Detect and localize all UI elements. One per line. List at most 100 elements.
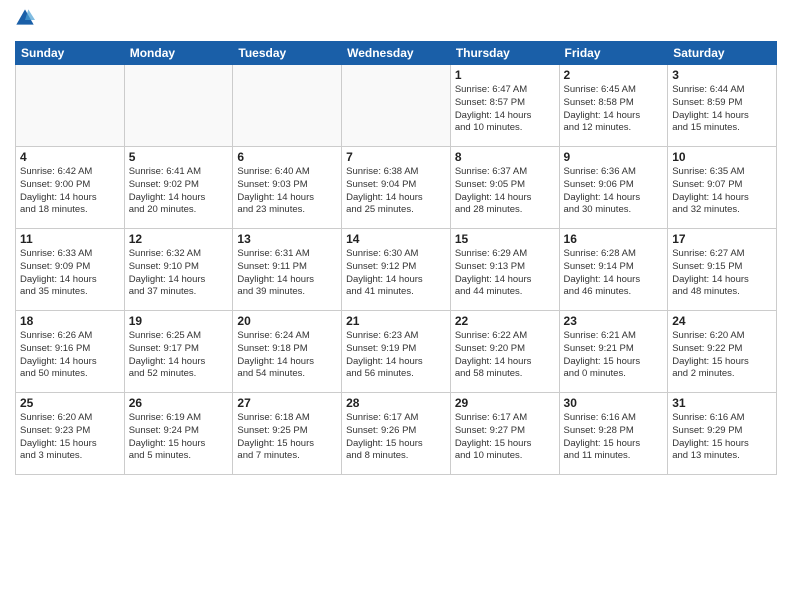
cell-text: Sunrise: 6:24 AM Sunset: 9:18 PM Dayligh… bbox=[237, 330, 337, 381]
week-row-1: 1Sunrise: 6:47 AM Sunset: 8:57 PM Daylig… bbox=[16, 65, 777, 147]
day-number: 7 bbox=[346, 150, 446, 164]
calendar-cell: 7 Sunrise: 6:38 AM Sunset: 9:04 PM Daylig… bbox=[342, 147, 451, 229]
cell-text: Sunrise: 6:44 AM Sunset: 8:59 PM Dayligh… bbox=[672, 84, 772, 135]
day-number: 31 bbox=[672, 396, 772, 410]
calendar-cell bbox=[342, 65, 451, 147]
calendar-cell bbox=[16, 65, 125, 147]
cell-text: Sunrise: 6:35 AM Sunset: 9:07 PM Dayligh… bbox=[672, 166, 772, 217]
calendar-cell: 26Sunrise: 6:19 AM Sunset: 9:24 PM Dayli… bbox=[124, 393, 233, 475]
calendar-cell bbox=[233, 65, 342, 147]
day-number: 19 bbox=[129, 314, 229, 328]
cell-text: Sunrise: 6:17 AM Sunset: 9:27 PM Dayligh… bbox=[455, 412, 555, 463]
calendar-cell: 16 Sunrise: 6:28 AM Sunset: 9:14 PM Dayli… bbox=[559, 229, 668, 311]
cell-text: Sunrise: 6:27 AM Sunset: 9:15 PM Dayligh… bbox=[672, 248, 772, 299]
weekday-header-tuesday: Tuesday bbox=[233, 42, 342, 65]
day-number: 30 bbox=[564, 396, 664, 410]
day-number: 2 bbox=[564, 68, 664, 82]
calendar-cell bbox=[124, 65, 233, 147]
calendar-cell: 29Sunrise: 6:17 AM Sunset: 9:27 PM Dayli… bbox=[450, 393, 559, 475]
day-number: 5 bbox=[129, 150, 229, 164]
calendar-cell: 14 Sunrise: 6:30 AM Sunset: 9:12 PM Dayli… bbox=[342, 229, 451, 311]
calendar-cell: 31 Sunrise: 6:16 AM Sunset: 9:29 PM Dayli… bbox=[668, 393, 777, 475]
day-number: 14 bbox=[346, 232, 446, 246]
calendar-cell: 5 Sunrise: 6:41 AM Sunset: 9:02 PM Daylig… bbox=[124, 147, 233, 229]
calendar-cell: 11 Sunrise: 6:33 AM Sunset: 9:09 PM Dayli… bbox=[16, 229, 125, 311]
calendar-cell: 23 Sunrise: 6:21 AM Sunset: 9:21 PM Dayli… bbox=[559, 311, 668, 393]
calendar-cell: 1Sunrise: 6:47 AM Sunset: 8:57 PM Daylig… bbox=[450, 65, 559, 147]
week-row-3: 11 Sunrise: 6:33 AM Sunset: 9:09 PM Dayli… bbox=[16, 229, 777, 311]
day-number: 9 bbox=[564, 150, 664, 164]
day-number: 3 bbox=[672, 68, 772, 82]
logo-icon bbox=[15, 8, 35, 28]
weekday-header-sunday: Sunday bbox=[16, 42, 125, 65]
day-number: 11 bbox=[20, 232, 120, 246]
cell-text: Sunrise: 6:42 AM Sunset: 9:00 PM Dayligh… bbox=[20, 166, 120, 217]
cell-text: Sunrise: 6:23 AM Sunset: 9:19 PM Dayligh… bbox=[346, 330, 446, 381]
day-number: 6 bbox=[237, 150, 337, 164]
cell-text: Sunrise: 6:25 AM Sunset: 9:17 PM Dayligh… bbox=[129, 330, 229, 381]
day-number: 10 bbox=[672, 150, 772, 164]
calendar-cell: 30 Sunrise: 6:16 AM Sunset: 9:28 PM Dayli… bbox=[559, 393, 668, 475]
calendar-cell: 17 Sunrise: 6:27 AM Sunset: 9:15 PM Dayli… bbox=[668, 229, 777, 311]
weekday-header-monday: Monday bbox=[124, 42, 233, 65]
cell-text: Sunrise: 6:28 AM Sunset: 9:14 PM Dayligh… bbox=[564, 248, 664, 299]
cell-text: Sunrise: 6:16 AM Sunset: 9:29 PM Dayligh… bbox=[672, 412, 772, 463]
cell-text: Sunrise: 6:19 AM Sunset: 9:24 PM Dayligh… bbox=[129, 412, 229, 463]
page: SundayMondayTuesdayWednesdayThursdayFrid… bbox=[0, 0, 792, 612]
calendar-cell: 25 Sunrise: 6:20 AM Sunset: 9:23 PM Dayli… bbox=[16, 393, 125, 475]
calendar-cell: 6 Sunrise: 6:40 AM Sunset: 9:03 PM Daylig… bbox=[233, 147, 342, 229]
cell-text: Sunrise: 6:38 AM Sunset: 9:04 PM Dayligh… bbox=[346, 166, 446, 217]
day-number: 23 bbox=[564, 314, 664, 328]
cell-text: Sunrise: 6:31 AM Sunset: 9:11 PM Dayligh… bbox=[237, 248, 337, 299]
calendar-cell: 13 Sunrise: 6:31 AM Sunset: 9:11 PM Dayli… bbox=[233, 229, 342, 311]
cell-text: Sunrise: 6:45 AM Sunset: 8:58 PM Dayligh… bbox=[564, 84, 664, 135]
calendar-cell: 8 Sunrise: 6:37 AM Sunset: 9:05 PM Daylig… bbox=[450, 147, 559, 229]
calendar: SundayMondayTuesdayWednesdayThursdayFrid… bbox=[15, 41, 777, 475]
header bbox=[15, 10, 777, 33]
logo bbox=[15, 10, 37, 33]
calendar-cell: 12 Sunrise: 6:32 AM Sunset: 9:10 PM Dayli… bbox=[124, 229, 233, 311]
weekday-header-row: SundayMondayTuesdayWednesdayThursdayFrid… bbox=[16, 42, 777, 65]
day-number: 20 bbox=[237, 314, 337, 328]
week-row-5: 25 Sunrise: 6:20 AM Sunset: 9:23 PM Dayli… bbox=[16, 393, 777, 475]
weekday-header-friday: Friday bbox=[559, 42, 668, 65]
day-number: 17 bbox=[672, 232, 772, 246]
day-number: 22 bbox=[455, 314, 555, 328]
calendar-cell: 19 Sunrise: 6:25 AM Sunset: 9:17 PM Dayli… bbox=[124, 311, 233, 393]
cell-text: Sunrise: 6:22 AM Sunset: 9:20 PM Dayligh… bbox=[455, 330, 555, 381]
day-number: 13 bbox=[237, 232, 337, 246]
weekday-header-thursday: Thursday bbox=[450, 42, 559, 65]
cell-text: Sunrise: 6:20 AM Sunset: 9:23 PM Dayligh… bbox=[20, 412, 120, 463]
day-number: 15 bbox=[455, 232, 555, 246]
cell-text: Sunrise: 6:20 AM Sunset: 9:22 PM Dayligh… bbox=[672, 330, 772, 381]
day-number: 1 bbox=[455, 68, 555, 82]
day-number: 16 bbox=[564, 232, 664, 246]
day-number: 4 bbox=[20, 150, 120, 164]
cell-text: Sunrise: 6:40 AM Sunset: 9:03 PM Dayligh… bbox=[237, 166, 337, 217]
calendar-cell: 9Sunrise: 6:36 AM Sunset: 9:06 PM Daylig… bbox=[559, 147, 668, 229]
calendar-cell: 4 Sunrise: 6:42 AM Sunset: 9:00 PM Daylig… bbox=[16, 147, 125, 229]
cell-text: Sunrise: 6:41 AM Sunset: 9:02 PM Dayligh… bbox=[129, 166, 229, 217]
calendar-cell: 10 Sunrise: 6:35 AM Sunset: 9:07 PM Dayli… bbox=[668, 147, 777, 229]
weekday-header-saturday: Saturday bbox=[668, 42, 777, 65]
day-number: 24 bbox=[672, 314, 772, 328]
day-number: 12 bbox=[129, 232, 229, 246]
cell-text: Sunrise: 6:30 AM Sunset: 9:12 PM Dayligh… bbox=[346, 248, 446, 299]
day-number: 18 bbox=[20, 314, 120, 328]
day-number: 25 bbox=[20, 396, 120, 410]
cell-text: Sunrise: 6:21 AM Sunset: 9:21 PM Dayligh… bbox=[564, 330, 664, 381]
day-number: 27 bbox=[237, 396, 337, 410]
cell-text: Sunrise: 6:37 AM Sunset: 9:05 PM Dayligh… bbox=[455, 166, 555, 217]
cell-text: Sunrise: 6:26 AM Sunset: 9:16 PM Dayligh… bbox=[20, 330, 120, 381]
cell-text: Sunrise: 6:17 AM Sunset: 9:26 PM Dayligh… bbox=[346, 412, 446, 463]
cell-text: Sunrise: 6:32 AM Sunset: 9:10 PM Dayligh… bbox=[129, 248, 229, 299]
cell-text: Sunrise: 6:29 AM Sunset: 9:13 PM Dayligh… bbox=[455, 248, 555, 299]
weekday-header-wednesday: Wednesday bbox=[342, 42, 451, 65]
day-number: 28 bbox=[346, 396, 446, 410]
day-number: 8 bbox=[455, 150, 555, 164]
calendar-cell: 3 Sunrise: 6:44 AM Sunset: 8:59 PM Daylig… bbox=[668, 65, 777, 147]
calendar-cell: 18 Sunrise: 6:26 AM Sunset: 9:16 PM Dayli… bbox=[16, 311, 125, 393]
cell-text: Sunrise: 6:16 AM Sunset: 9:28 PM Dayligh… bbox=[564, 412, 664, 463]
day-number: 21 bbox=[346, 314, 446, 328]
cell-text: Sunrise: 6:33 AM Sunset: 9:09 PM Dayligh… bbox=[20, 248, 120, 299]
